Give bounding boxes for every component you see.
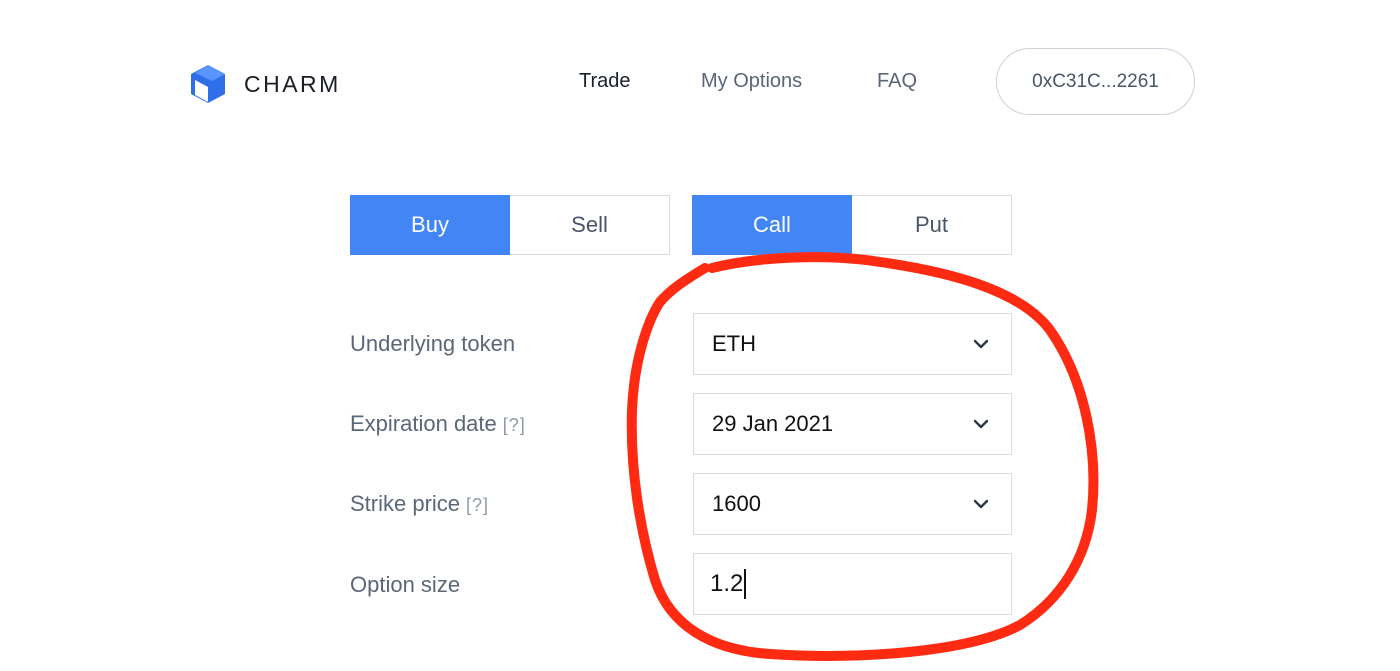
sell-button[interactable]: Sell [510, 195, 670, 255]
text-cursor [744, 569, 746, 599]
buy-button[interactable]: Buy [350, 195, 510, 255]
buy-sell-toggle: Buy Sell [350, 195, 670, 255]
strike-price-value: 1600 [712, 491, 761, 516]
underlying-token-value: ETH [712, 331, 756, 356]
strike-price-label-text: Strike price [350, 491, 461, 516]
expiration-help-link[interactable]: [?] [503, 415, 526, 435]
underlying-token-label-text: Underlying token [350, 331, 516, 356]
strike-price-select[interactable]: 1600 [693, 473, 1012, 535]
strike-help-link[interactable]: [?] [466, 495, 489, 515]
nav-my-options[interactable]: My Options [701, 70, 802, 93]
call-button[interactable]: Call [692, 195, 852, 255]
brand-name: CHARM [244, 70, 341, 97]
expiration-date-label-text: Expiration date [350, 411, 497, 436]
call-put-toggle: Call Put [692, 195, 1012, 255]
option-size-input[interactable]: 1.2 [693, 553, 1012, 615]
option-size-label-text: Option size [350, 572, 461, 597]
strike-price-label: Strike price [?] [350, 491, 489, 517]
underlying-token-label: Underlying token [350, 331, 515, 357]
expiration-date-label: Expiration date [?] [350, 411, 526, 437]
chevron-down-icon [973, 499, 989, 509]
nav-faq[interactable]: FAQ [877, 70, 917, 93]
put-button[interactable]: Put [852, 195, 1012, 255]
chevron-down-icon [973, 419, 989, 429]
option-size-value: 1.2 [710, 570, 744, 597]
expiration-date-select[interactable]: 29 Jan 2021 [693, 393, 1012, 455]
brand-logo[interactable]: CHARM [186, 62, 341, 106]
nav-trade[interactable]: Trade [579, 70, 631, 93]
wallet-address-button[interactable]: 0xC31C...2261 [996, 48, 1195, 115]
expiration-date-value: 29 Jan 2021 [712, 411, 834, 436]
cube-icon [191, 65, 225, 103]
chevron-down-icon [973, 339, 989, 349]
option-size-label: Option size [350, 572, 460, 598]
underlying-token-select[interactable]: ETH [693, 313, 1012, 375]
